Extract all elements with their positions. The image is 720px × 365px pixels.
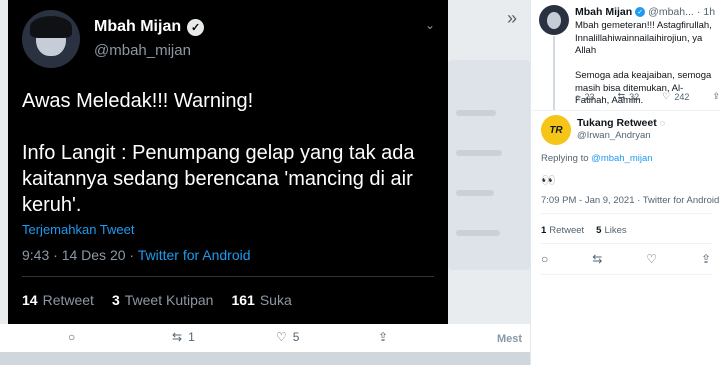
parent-avatar[interactable] — [539, 5, 569, 35]
heart-icon: ♡ — [662, 91, 671, 101]
retweet-stat[interactable]: 14 Retweet — [22, 292, 94, 308]
tweet-meta: 9:43 · 14 Des 20 · Twitter for Android — [22, 247, 251, 263]
like-button[interactable]: ♡ 5 — [276, 330, 299, 344]
share-icon: ⇪ — [700, 252, 711, 266]
like-count: 5 — [292, 330, 300, 344]
divider — [541, 213, 712, 214]
display-name[interactable]: Mbah Mijan ✓ — [94, 18, 205, 36]
tweet-time[interactable]: 9:43 · 14 Des 20 · — [22, 247, 138, 263]
reply-icon: ○ — [68, 330, 76, 344]
parent-age[interactable]: 1h — [703, 6, 715, 18]
like-stat[interactable]: 5 Likes — [596, 225, 626, 236]
parent-header: Mbah Mijan ✓ @mbah... · 1h — [575, 6, 715, 18]
reply-button[interactable]: ○ — [541, 252, 548, 266]
dot-separator: · — [696, 6, 701, 18]
reply-display-name[interactable]: Tukang Retweet ◌ — [577, 117, 665, 129]
reply-icon: ○ — [575, 91, 581, 102]
reply-button[interactable]: ○ 23 — [575, 91, 594, 102]
reply-display-name-text: Tukang Retweet — [577, 117, 657, 129]
retweet-count: 1 — [188, 330, 195, 344]
quote-stat[interactable]: 3 Tweet Kutipan — [112, 292, 214, 308]
retweet-button[interactable]: ⇆ 32 — [618, 91, 640, 102]
chevron-down-icon[interactable]: ⌄ — [425, 18, 435, 32]
translate-link[interactable]: Terjemahkan Tweet — [22, 222, 135, 237]
replying-label: Replying to — [541, 153, 589, 164]
verified-icon: ✓ — [635, 7, 646, 17]
background-line — [456, 110, 496, 116]
retweet-button[interactable]: ⇆ — [592, 252, 602, 266]
retweet-icon: ⇆ — [617, 91, 626, 101]
replying-to: Replying to @mbah_mijan — [541, 153, 653, 164]
replying-to-link[interactable]: @mbah_mijan — [591, 153, 652, 164]
reply-actions: ○ ⇆ ♡ ⇪ — [541, 252, 711, 266]
retweet-button[interactable]: ⇆ 1 — [172, 330, 195, 344]
divider — [541, 274, 712, 275]
reply-panel: Mbah Mijan ✓ @mbah... · 1h Mbah gemetera… — [530, 0, 720, 365]
divider — [531, 110, 720, 111]
action-bar: ○ ⇆ 1 ♡ 5 ⇪ — [0, 324, 530, 352]
heart-icon: ♡ — [276, 330, 287, 344]
bottom-strip — [0, 352, 530, 365]
retweet-stat[interactable]: 1 Retweet — [541, 225, 584, 236]
verified-icon: ✓ — [187, 18, 205, 36]
share-icon: ⇪ — [378, 330, 389, 344]
share-button[interactable]: ⇪ — [378, 330, 388, 344]
thread-line — [553, 36, 555, 111]
reply-time[interactable]: 7:09 PM - Jan 9, 2021 · Twitter for Andr… — [541, 195, 719, 206]
handle[interactable]: @mbah_mijan — [94, 42, 191, 59]
tweet-source[interactable]: Twitter for Android — [138, 247, 251, 263]
like-button[interactable]: ♡ — [646, 252, 657, 266]
display-name-text: Mbah Mijan — [94, 18, 182, 35]
like-button[interactable]: ♡ 242 — [662, 91, 689, 102]
divider — [22, 276, 434, 277]
reply-text: 👀 — [541, 173, 556, 187]
speech-bubble-icon: ◌ — [659, 118, 666, 128]
retweet-icon: ⇆ — [172, 330, 183, 344]
heart-icon: ♡ — [646, 252, 657, 266]
background-card — [448, 60, 530, 270]
tweet-card[interactable]: Mbah Mijan ✓ @mbah_mijan ⌄ Awas Meledak!… — [8, 0, 448, 324]
avatar[interactable] — [22, 10, 80, 68]
reply-icon: ○ — [541, 252, 549, 266]
tweet-stats: 14 Retweet 3 Tweet Kutipan 161 Suka — [22, 292, 292, 308]
parent-actions: ○ 23 ⇆ 32 ♡ 242 ⇪ — [575, 91, 720, 102]
expand-icon[interactable]: » — [500, 6, 524, 30]
parent-handle[interactable]: @mbah... — [648, 6, 694, 18]
background-line — [456, 190, 494, 196]
like-stat[interactable]: 161 Suka — [231, 292, 291, 308]
reply-button[interactable]: ○ — [68, 330, 75, 344]
share-icon: ⇪ — [712, 91, 720, 101]
share-button[interactable]: ⇪ — [701, 252, 711, 266]
reply-stats: 1 Retweet 5 Likes — [541, 225, 627, 236]
divider — [541, 243, 712, 244]
share-button[interactable]: ⇪ — [712, 91, 720, 102]
retweet-icon: ⇆ — [592, 252, 603, 266]
background-line — [456, 230, 500, 236]
reply-handle[interactable]: @Irwan_Andryan — [577, 130, 651, 141]
reply-avatar[interactable]: TR — [541, 115, 571, 145]
tweet-text: Awas Meledak!!! Warning! Info Langit : P… — [22, 90, 415, 216]
parent-display-name[interactable]: Mbah Mijan — [575, 6, 632, 18]
background-line — [456, 150, 502, 156]
section-label: Mest — [497, 333, 523, 345]
